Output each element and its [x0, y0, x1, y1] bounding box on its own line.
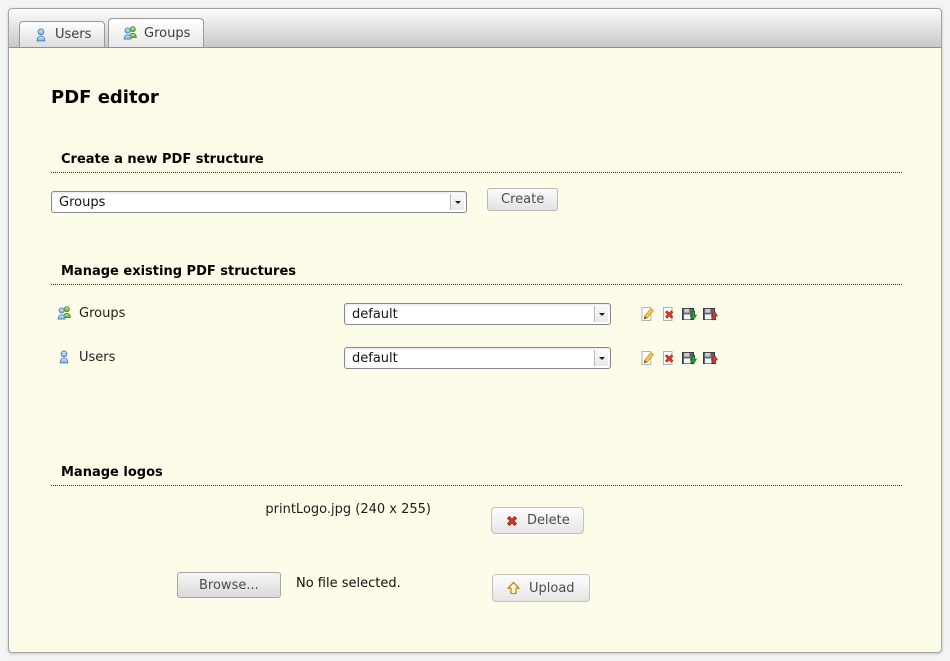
- groups-structure-value: default: [352, 307, 398, 322]
- file-status-text: No file selected.: [296, 576, 401, 591]
- upload-label: Upload: [529, 581, 575, 596]
- row-actions-groups: [638, 305, 718, 322]
- groups-structure-select[interactable]: default: [344, 303, 611, 325]
- delete-label: Delete: [527, 513, 570, 528]
- group-icon: [56, 305, 72, 321]
- create-section-heading: Create a new PDF structure: [51, 152, 902, 173]
- pencil-icon: [639, 350, 655, 366]
- delete-structure-button[interactable]: [659, 305, 676, 322]
- tab-users[interactable]: Users: [19, 21, 105, 47]
- tab-groups[interactable]: Groups: [108, 18, 204, 47]
- users-structure-select[interactable]: default: [344, 347, 611, 369]
- manage-section-heading: Manage existing PDF structures: [51, 264, 902, 285]
- page-title: PDF editor: [51, 87, 159, 108]
- chevron-down-icon: [594, 350, 608, 366]
- create-button[interactable]: Create: [487, 188, 558, 211]
- chevron-down-icon: [594, 306, 608, 322]
- structure-row-groups: Groups default: [9, 303, 941, 325]
- up-arrow-icon: [507, 581, 520, 595]
- tab-groups-label: Groups: [144, 26, 190, 41]
- current-logo-label: printLogo.jpg (240 x 255): [209, 502, 431, 517]
- structure-type-value: Groups: [59, 195, 105, 210]
- row-actions-users: [638, 349, 718, 366]
- delete-structure-button[interactable]: [659, 349, 676, 366]
- row-label-users: Users: [79, 350, 115, 365]
- delete-document-icon: [660, 306, 676, 322]
- logos-section-heading: Manage logos: [51, 465, 902, 486]
- tab-users-label: Users: [55, 27, 91, 42]
- user-icon: [33, 27, 49, 43]
- export-structure-button[interactable]: [680, 349, 697, 366]
- import-structure-button[interactable]: [701, 349, 718, 366]
- export-structure-button[interactable]: [680, 305, 697, 322]
- delete-logo-button[interactable]: Delete: [491, 507, 584, 534]
- pencil-icon: [639, 306, 655, 322]
- user-icon: [56, 349, 72, 365]
- group-icon: [122, 25, 138, 41]
- content-area: PDF editor Create a new PDF structure Gr…: [9, 49, 941, 652]
- import-floppy-up-icon: [702, 306, 718, 322]
- structure-type-select[interactable]: Groups: [51, 191, 467, 213]
- row-label-groups: Groups: [79, 306, 125, 321]
- chevron-down-icon: [450, 194, 464, 210]
- red-x-icon: [505, 514, 519, 528]
- browse-file-button[interactable]: Browse...: [177, 572, 281, 598]
- main-panel: Users Groups PDF editor Create a new PDF…: [8, 8, 942, 653]
- users-structure-value: default: [352, 351, 398, 366]
- export-floppy-down-icon: [681, 350, 697, 366]
- upload-button[interactable]: Upload: [492, 574, 590, 602]
- edit-structure-button[interactable]: [638, 305, 655, 322]
- export-floppy-down-icon: [681, 306, 697, 322]
- structure-row-users: Users default: [9, 347, 941, 369]
- tab-bar: Users Groups: [9, 9, 941, 48]
- delete-document-icon: [660, 350, 676, 366]
- edit-structure-button[interactable]: [638, 349, 655, 366]
- import-floppy-up-icon: [702, 350, 718, 366]
- import-structure-button[interactable]: [701, 305, 718, 322]
